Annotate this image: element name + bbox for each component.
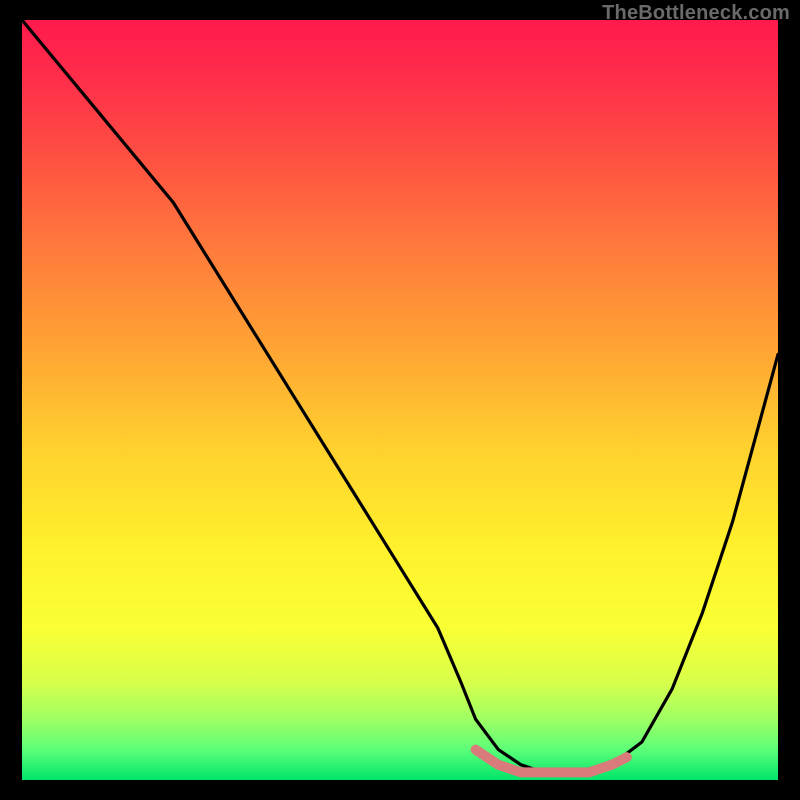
- chart-stage: TheBottleneck.com: [0, 0, 800, 800]
- flat-segment: [22, 20, 778, 780]
- plot-area: [22, 20, 778, 780]
